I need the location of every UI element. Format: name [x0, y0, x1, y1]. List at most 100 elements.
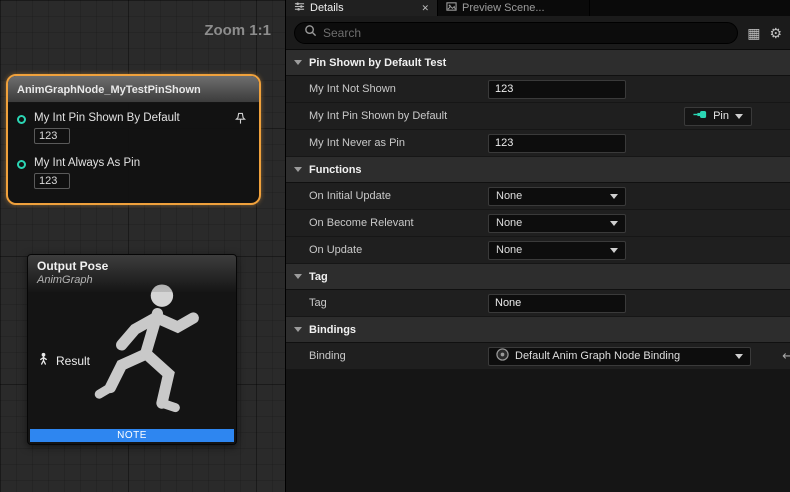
category-title: Functions: [309, 164, 362, 176]
property-value: [488, 80, 790, 99]
category-header[interactable]: Pin Shown by Default Test: [286, 50, 790, 76]
tab-bar: Details ✕ Preview Scene...: [286, 0, 790, 16]
dropdown-value: None: [496, 190, 604, 202]
node-body: My Int Pin Shown By Default My Int Alway…: [8, 103, 259, 203]
unreal-anim-graph-editor: Zoom 1:1 AnimGraphNode_MyTestPinShown My…: [0, 0, 790, 492]
binding-dropdown[interactable]: Default Anim Graph Node Binding: [488, 347, 751, 366]
zoom-indicator: Zoom 1:1: [204, 22, 271, 39]
category-title: Tag: [309, 271, 328, 283]
pin-label: My Int Pin Shown By Default: [34, 112, 180, 124]
int-pin-icon[interactable]: [17, 115, 26, 124]
details-panel: Details ✕ Preview Scene...: [285, 0, 790, 492]
property-row: On Become Relevant None: [286, 210, 790, 237]
search-row: ▦ ⚙: [286, 16, 790, 50]
function-dropdown[interactable]: None: [488, 187, 626, 206]
mannequin-image: [66, 271, 231, 439]
binding-icon: [496, 348, 509, 364]
property-label: My Int Pin Shown by Default: [286, 110, 488, 122]
property-label: Tag: [286, 297, 488, 309]
result-pin-label: Result: [56, 354, 90, 368]
dropdown-value: None: [496, 217, 604, 229]
property-label: My Int Never as Pin: [286, 137, 488, 149]
property-value: None: [488, 187, 790, 206]
property-label: Binding: [286, 350, 488, 362]
chevron-down-icon: [735, 354, 743, 359]
property-label: On Initial Update: [286, 190, 488, 202]
property-row: My Int Pin Shown by Default Pin: [286, 103, 790, 130]
category-header[interactable]: Functions: [286, 157, 790, 183]
settings-gear-icon[interactable]: ⚙: [769, 26, 782, 40]
property-row: My Int Not Shown: [286, 76, 790, 103]
chevron-down-icon: [610, 248, 618, 253]
tab-details[interactable]: Details ✕: [286, 0, 438, 16]
tab-label: Details: [310, 2, 344, 14]
int-pin-icon[interactable]: [17, 160, 26, 169]
chevron-down-icon: [294, 274, 302, 279]
search-box[interactable]: [294, 22, 738, 44]
node-title: Output Pose: [37, 259, 227, 273]
chevron-down-icon: [294, 327, 302, 332]
preview-scene-icon: [446, 1, 457, 15]
pushpin-icon[interactable]: [234, 112, 247, 130]
details-icon: [294, 1, 305, 15]
property-value: None: [488, 214, 790, 233]
property-label: On Update: [286, 244, 488, 256]
close-icon[interactable]: ✕: [421, 3, 429, 14]
property-label: My Int Not Shown: [286, 83, 488, 95]
function-dropdown[interactable]: None: [488, 214, 626, 233]
category-header[interactable]: Tag: [286, 264, 790, 290]
chevron-down-icon: [735, 114, 743, 119]
dropdown-value: None: [496, 244, 604, 256]
pin-icon: [693, 110, 707, 122]
note-bar[interactable]: NOTE: [30, 429, 234, 442]
property-value: [488, 294, 790, 313]
tab-preview-scene[interactable]: Preview Scene...: [438, 0, 590, 16]
pin-label: My Int Always As Pin: [34, 157, 140, 169]
output-pose-node[interactable]: Output Pose AnimGraph Result NOTE: [27, 254, 237, 445]
category-header[interactable]: Bindings: [286, 317, 790, 343]
graph-canvas[interactable]: Zoom 1:1 AnimGraphNode_MyTestPinShown My…: [0, 0, 285, 492]
node-title-bar[interactable]: AnimGraphNode_MyTestPinShown: [8, 76, 259, 103]
node-title-bar[interactable]: Output Pose AnimGraph: [28, 255, 236, 292]
node-subtitle: AnimGraph: [37, 274, 227, 286]
dropdown-value: Default Anim Graph Node Binding: [515, 350, 729, 362]
int-input[interactable]: [488, 134, 626, 153]
property-value: None: [488, 241, 790, 260]
result-pin-row: Result: [37, 352, 90, 370]
property-row: My Int Never as Pin: [286, 130, 790, 157]
chevron-down-icon: [610, 194, 618, 199]
search-icon: [304, 24, 317, 42]
pin-value-input[interactable]: [34, 128, 70, 144]
int-input[interactable]: [488, 80, 626, 99]
tab-label: Preview Scene...: [462, 2, 545, 14]
pin-value-input[interactable]: [34, 173, 70, 189]
property-row: Tag: [286, 290, 790, 317]
anim-graph-node[interactable]: AnimGraphNode_MyTestPinShown My Int Pin …: [6, 74, 261, 205]
node-title: AnimGraphNode_MyTestPinShown: [17, 84, 201, 96]
pin-row: My Int Pin Shown By Default: [15, 112, 251, 144]
property-row: Binding Default Anim Graph Node Binding …: [286, 343, 790, 370]
category-title: Bindings: [309, 324, 356, 336]
tag-input[interactable]: [488, 294, 626, 313]
chevron-down-icon: [294, 167, 302, 172]
chevron-down-icon: [294, 60, 302, 65]
details-empty-area: [286, 370, 790, 492]
pin-button-label: Pin: [713, 110, 729, 122]
pin-content: My Int Always As Pin: [34, 157, 140, 189]
property-value: Pin: [488, 107, 790, 126]
search-input[interactable]: [323, 26, 728, 40]
pose-pin-icon[interactable]: [37, 352, 50, 370]
view-options-icon[interactable]: ▦: [747, 26, 760, 40]
pin-content: My Int Pin Shown By Default: [34, 112, 180, 144]
function-dropdown[interactable]: None: [488, 241, 626, 260]
pin-row: My Int Always As Pin: [15, 157, 251, 189]
chevron-down-icon: [610, 221, 618, 226]
revert-icon[interactable]: ↩: [782, 348, 790, 364]
property-label: On Become Relevant: [286, 217, 488, 229]
category-title: Pin Shown by Default Test: [309, 57, 446, 69]
property-value: Default Anim Graph Node Binding ↩: [488, 347, 790, 366]
property-row: On Update None: [286, 237, 790, 264]
property-value: [488, 134, 790, 153]
property-row: On Initial Update None: [286, 183, 790, 210]
pin-visibility-button[interactable]: Pin: [684, 107, 752, 126]
